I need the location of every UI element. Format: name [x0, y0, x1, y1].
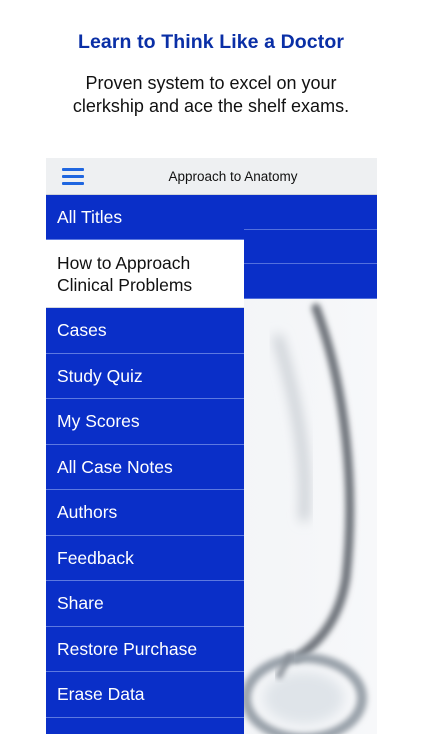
- promo-subtitle-line-1: Proven system to excel on your: [85, 73, 337, 93]
- hamburger-menu-icon[interactable]: [62, 167, 84, 185]
- nav-title: Approach to Anatomy: [168, 169, 298, 184]
- promo-headline: Learn to Think Like a Doctor: [77, 31, 345, 53]
- menu-item-all-titles[interactable]: All Titles: [46, 195, 244, 240]
- app-screen: Approach to Anatomy All Titles How to Ap…: [46, 158, 377, 734]
- side-menu: All Titles How to Approach Clinical Prob…: [46, 195, 244, 734]
- menu-item-feedback[interactable]: Feedback: [46, 535, 244, 581]
- menu-item-my-scores[interactable]: My Scores: [46, 399, 244, 445]
- menu-item-label-line-2: Clinical Problems: [57, 275, 193, 295]
- background-list-row[interactable]: [244, 195, 377, 230]
- menu-item-restore-purchase[interactable]: Restore Purchase: [46, 626, 244, 672]
- menu-item-erase-data[interactable]: Erase Data: [46, 672, 244, 718]
- menu-item-authors[interactable]: Authors: [46, 490, 244, 536]
- menu-item-all-case-notes[interactable]: All Case Notes: [46, 444, 244, 490]
- background-list: [244, 195, 377, 299]
- menu-item-cases[interactable]: Cases: [46, 308, 244, 354]
- menu-item-study-quiz[interactable]: Study Quiz: [46, 353, 244, 399]
- menu-item-share[interactable]: Share: [46, 581, 244, 627]
- promo-subtitle: Proven system to excel on your clerkship…: [0, 72, 422, 118]
- background-list-row[interactable]: [244, 264, 377, 299]
- background-list-row[interactable]: [244, 229, 377, 264]
- navigation-bar: Approach to Anatomy: [46, 158, 377, 195]
- menu-item-how-to-approach-clinical-problems[interactable]: How to Approach Clinical Problems: [46, 240, 244, 308]
- menu-item-label-line-1: How to Approach: [57, 253, 191, 273]
- promo-subtitle-line-2: clerkship and ace the shelf exams.: [72, 96, 350, 116]
